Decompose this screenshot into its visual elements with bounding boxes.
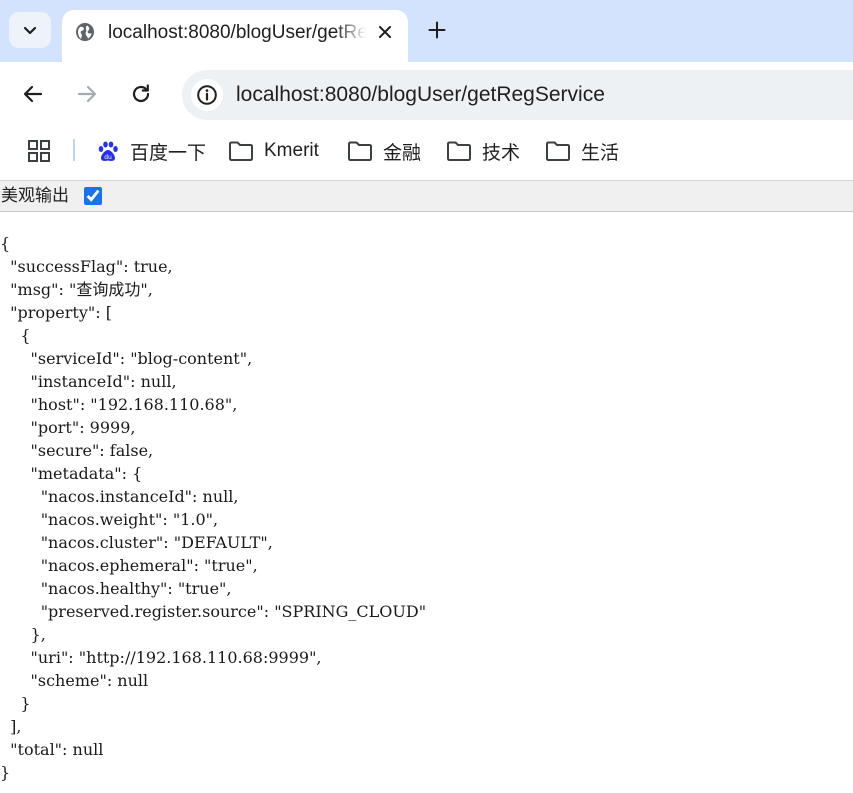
bookmarks-bar: du 百度一下 Kmerit 金融 技术 生活 <box>0 126 853 181</box>
back-button[interactable] <box>17 78 49 110</box>
apps-grid-icon[interactable] <box>27 139 51 163</box>
json-line: "total": null <box>0 740 104 759</box>
json-line: "property": [ <box>0 303 112 322</box>
tab-title: localhost:8080/blogUser/getRegService <box>108 22 366 43</box>
json-line: "nacos.weight": "1.0", <box>0 510 219 529</box>
bookmark-finance[interactable]: 金融 <box>347 138 421 164</box>
svg-text:du: du <box>104 154 112 161</box>
folder-icon <box>447 141 471 161</box>
globe-icon <box>76 23 94 41</box>
folder-icon <box>229 141 253 161</box>
folder-icon <box>348 141 372 161</box>
baidu-icon: du <box>98 141 118 161</box>
bookmark-tech[interactable]: 技术 <box>446 138 520 164</box>
arrow-left-icon <box>23 85 43 103</box>
json-line: } <box>0 763 11 782</box>
forward-button[interactable] <box>71 78 103 110</box>
bookmark-label: 百度一下 <box>130 142 207 164</box>
bookmarks-divider <box>73 139 75 161</box>
pretty-print-checkbox[interactable] <box>84 187 102 205</box>
bookmark-kmerit[interactable]: Kmerit <box>228 138 319 164</box>
plus-icon <box>428 21 446 39</box>
json-line: "msg": "查询成功", <box>0 280 153 299</box>
json-line: }, <box>0 625 46 644</box>
json-line: { <box>0 234 11 253</box>
json-line: "nacos.instanceId": null, <box>0 487 239 506</box>
bookmark-label: 生活 <box>581 142 620 164</box>
json-line: "nacos.healthy": "true", <box>0 579 232 598</box>
json-line: ], <box>0 717 22 736</box>
close-icon <box>379 26 391 38</box>
json-line: "port": 9999, <box>0 418 136 437</box>
json-content: { "successFlag": true, "msg": "查询成功", "p… <box>0 232 426 784</box>
address-bar[interactable]: localhost:8080/blogUser/getRegService <box>182 70 853 120</box>
tab-close-button[interactable] <box>374 21 396 43</box>
tab-search-button[interactable] <box>9 12 51 48</box>
json-line: "preserved.register.source": "SPRING_CLO… <box>0 602 427 621</box>
folder-icon <box>546 141 570 161</box>
json-line: "scheme": null <box>0 671 149 690</box>
json-line: "metadata": { <box>0 464 143 483</box>
bookmark-label: 技术 <box>482 142 521 164</box>
json-line: "successFlag": true, <box>0 257 173 276</box>
info-icon <box>197 85 217 105</box>
pretty-print-bar: 美观输出 <box>0 181 853 212</box>
tab-active[interactable]: localhost:8080/blogUser/getRegService <box>62 10 408 62</box>
toolbar: localhost:8080/blogUser/getRegService <box>0 62 853 126</box>
bookmark-life[interactable]: 生活 <box>545 138 619 164</box>
json-line: "instanceId": null, <box>0 372 177 391</box>
tab-strip: localhost:8080/blogUser/getRegService <box>0 0 853 62</box>
json-line: "secure": false, <box>0 441 154 460</box>
reload-button[interactable] <box>125 78 157 110</box>
bookmark-baidu[interactable]: du 百度一下 <box>96 138 206 164</box>
json-line: "serviceId": "blog-content", <box>0 349 253 368</box>
json-line: { <box>0 326 31 345</box>
json-line: "host": "192.168.110.68", <box>0 395 238 414</box>
url-text[interactable]: localhost:8080/blogUser/getRegService <box>236 83 605 107</box>
json-line: "nacos.ephemeral": "true", <box>0 556 258 575</box>
reload-icon <box>132 84 150 103</box>
bookmark-label: Kmerit <box>264 140 319 161</box>
bookmark-label: 金融 <box>383 142 422 164</box>
chevron-down-icon <box>23 26 37 35</box>
new-tab-button[interactable] <box>423 16 451 44</box>
arrow-right-icon <box>77 85 97 103</box>
site-info-button[interactable] <box>191 79 223 111</box>
json-line: "nacos.cluster": "DEFAULT", <box>0 533 273 552</box>
json-line: "uri": "http://192.168.110.68:9999", <box>0 648 322 667</box>
pretty-print-label: 美观输出 <box>1 186 69 206</box>
json-line: } <box>0 694 31 713</box>
